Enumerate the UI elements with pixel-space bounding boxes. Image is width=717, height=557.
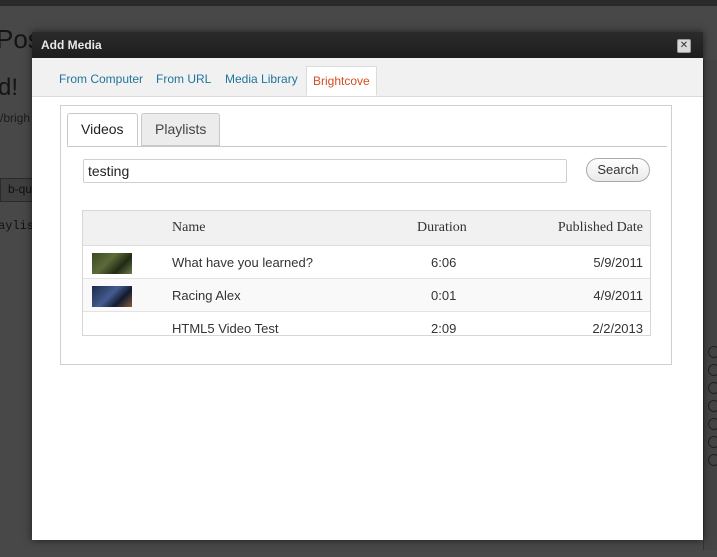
inner-tabs: Videos Playlists: [67, 113, 667, 147]
radio-icon: [708, 364, 717, 376]
tab-playlists[interactable]: Playlists: [141, 113, 221, 146]
media-tabs: From Computer From URL Media Library Bri…: [32, 58, 703, 97]
table-row[interactable]: HTML5 Video Test 2:09 2/2/2013: [83, 312, 650, 336]
radio-icon: [708, 454, 717, 466]
video-published: 5/9/2011: [593, 255, 643, 270]
radio-icon: [708, 400, 717, 412]
modal-title: Add Media: [41, 38, 102, 52]
right-sidebar: [703, 60, 717, 550]
video-thumbnail: [92, 253, 132, 274]
column-published-date[interactable]: Published Date: [558, 220, 643, 236]
video-duration: 6:06: [431, 255, 457, 270]
video-duration: 2:09: [431, 321, 457, 336]
video-name: HTML5 Video Test: [172, 321, 279, 336]
video-name: Racing Alex: [172, 288, 241, 303]
tab-media-library[interactable]: Media Library: [225, 72, 298, 86]
admin-bar: [0, 0, 717, 6]
video-published: 4/9/2011: [593, 288, 643, 303]
video-name: What have you learned?: [172, 255, 313, 270]
search-button[interactable]: Search: [586, 158, 650, 182]
tab-from-computer[interactable]: From Computer: [59, 72, 143, 86]
video-thumbnail: [92, 286, 132, 307]
video-published: 2/2/2013: [592, 321, 643, 336]
radio-icon: [708, 418, 717, 430]
column-name[interactable]: Name: [172, 220, 205, 236]
add-media-modal: Add Media ✕ From Computer From URL Media…: [32, 32, 703, 540]
table-row[interactable]: Racing Alex 0:01 4/9/2011: [83, 279, 650, 312]
table-header: Name Duration Published Date: [83, 211, 650, 246]
column-duration[interactable]: Duration: [417, 220, 467, 236]
tab-from-url[interactable]: From URL: [156, 72, 211, 86]
mono-fragment: aylis: [0, 219, 35, 233]
table-row[interactable]: What have you learned? 6:06 5/9/2011: [83, 246, 650, 279]
video-duration: 0:01: [431, 288, 457, 303]
background-input: b-qu: [0, 178, 36, 202]
modal-header: Add Media ✕: [32, 32, 703, 58]
brightcove-panel: Videos Playlists Search Name Duration Pu…: [60, 105, 672, 365]
heading-fragment: d!: [0, 74, 19, 101]
tab-brightcove[interactable]: Brightcove: [306, 66, 377, 96]
tab-videos[interactable]: Videos: [67, 113, 138, 146]
slug-fragment: /brigh: [0, 111, 31, 125]
search-input[interactable]: [83, 159, 567, 183]
close-icon[interactable]: ✕: [677, 39, 691, 53]
videos-table: Name Duration Published Date What have y…: [82, 210, 651, 336]
radio-icon: [708, 382, 717, 394]
radio-icon: [708, 436, 717, 448]
radio-icon: [708, 346, 717, 358]
